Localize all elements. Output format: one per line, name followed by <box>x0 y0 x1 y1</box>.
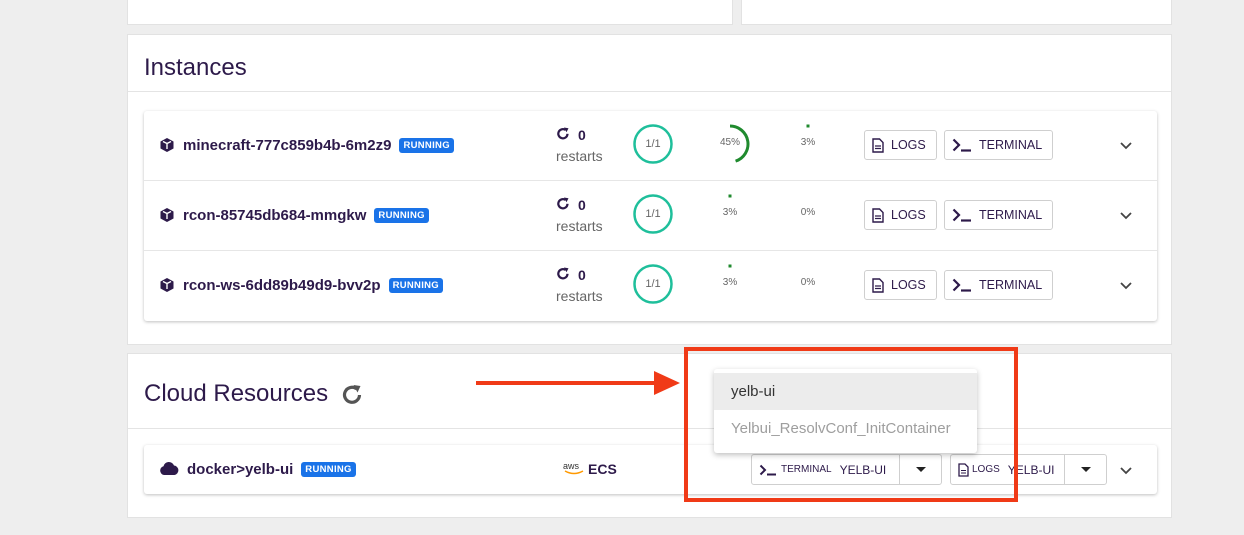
instances-section: Instances minecraft-777c859b4b-6m2z9 RUNN… <box>127 34 1172 345</box>
ready-count: 1/1 <box>645 208 661 220</box>
gauge-arc <box>806 124 810 128</box>
logs-button[interactable]: LOGS <box>864 270 937 300</box>
memory-percent: 3% <box>800 137 816 148</box>
terminal-icon <box>952 138 971 152</box>
restart-count: 0 <box>578 197 586 213</box>
document-icon <box>872 277 884 293</box>
terminal-label: TERMINAL <box>979 138 1043 152</box>
logs-label: LOGS <box>891 208 926 222</box>
status-badge: RUNNING <box>399 138 454 153</box>
chevron-down-icon[interactable] <box>1118 277 1134 293</box>
restart-icon <box>557 127 569 140</box>
top-right-card <box>741 0 1172 25</box>
instance-name[interactable]: minecraft-777c859b4b-6m2z9 RUNNING <box>183 137 454 154</box>
chevron-down-icon[interactable] <box>1118 137 1134 153</box>
terminal-icon <box>952 278 971 292</box>
chevron-down-icon[interactable] <box>1118 462 1134 478</box>
restarts-label: restarts <box>556 148 603 164</box>
annotation-arrow-head <box>654 371 680 395</box>
top-left-card <box>127 0 733 25</box>
logs-dropdown-toggle[interactable] <box>1064 455 1106 484</box>
resource-name[interactable]: docker>yelb-ui RUNNING <box>187 461 356 478</box>
document-icon <box>872 137 884 153</box>
cpu-percent: 45% <box>719 137 740 148</box>
memory-percent: 0% <box>800 207 816 218</box>
instance-row: rcon-ws-6dd89b49d9-bvv2p RUNNING 0 restar… <box>144 251 1157 321</box>
logs-label: LOGS <box>891 278 926 292</box>
restart-count: 0 <box>578 127 586 143</box>
cube-icon <box>160 138 174 152</box>
annotation-highlight-box <box>684 347 1018 502</box>
terminal-icon <box>952 208 971 222</box>
status-badge: RUNNING <box>388 278 443 293</box>
status-badge: RUNNING <box>301 462 356 477</box>
section-divider <box>128 91 1171 92</box>
instance-row: minecraft-777c859b4b-6m2z9 RUNNING 0 rest… <box>144 111 1157 181</box>
gauge-arc <box>728 194 732 198</box>
terminal-label: TERMINAL <box>979 208 1043 222</box>
instances-title: Instances <box>144 54 247 81</box>
aws-smile-icon <box>564 470 584 475</box>
document-icon <box>872 207 884 223</box>
annotation-arrow <box>476 381 662 385</box>
instance-name[interactable]: rcon-ws-6dd89b49d9-bvv2p RUNNING <box>183 277 443 294</box>
status-badge: RUNNING <box>374 208 429 223</box>
memory-percent: 0% <box>800 277 816 288</box>
chevron-down-icon[interactable] <box>1118 207 1134 223</box>
restarts-label: restarts <box>556 288 603 304</box>
instance-row: rcon-85745db684-mmgkw RUNNING 0 restarts … <box>144 181 1157 251</box>
gauge-arc <box>728 264 732 268</box>
refresh-icon[interactable] <box>340 383 364 407</box>
logs-button[interactable]: LOGS <box>864 130 937 160</box>
terminal-label: TERMINAL <box>979 278 1043 292</box>
instance-name[interactable]: rcon-85745db684-mmgkw RUNNING <box>183 207 429 224</box>
restart-icon <box>557 197 569 210</box>
caret-down-icon <box>1080 467 1091 472</box>
terminal-button[interactable]: TERMINAL <box>944 130 1053 160</box>
cpu-percent: 3% <box>722 207 738 218</box>
logs-label: LOGS <box>891 138 926 152</box>
cpu-percent: 3% <box>722 277 738 288</box>
restart-icon <box>557 267 569 280</box>
cube-icon <box>160 278 174 292</box>
restarts-label: restarts <box>556 218 603 234</box>
ready-count: 1/1 <box>645 138 661 150</box>
service-type: ECS <box>588 461 617 477</box>
cloud-icon <box>160 461 179 475</box>
ready-count: 1/1 <box>645 278 661 290</box>
terminal-button[interactable]: TERMINAL <box>944 200 1053 230</box>
instances-list: minecraft-777c859b4b-6m2z9 RUNNING 0 rest… <box>144 111 1157 321</box>
cloud-resources-title: Cloud Resources <box>144 380 329 407</box>
cube-icon <box>160 208 174 222</box>
terminal-button[interactable]: TERMINAL <box>944 270 1053 300</box>
logs-button[interactable]: LOGS <box>864 200 937 230</box>
restart-count: 0 <box>578 267 586 283</box>
